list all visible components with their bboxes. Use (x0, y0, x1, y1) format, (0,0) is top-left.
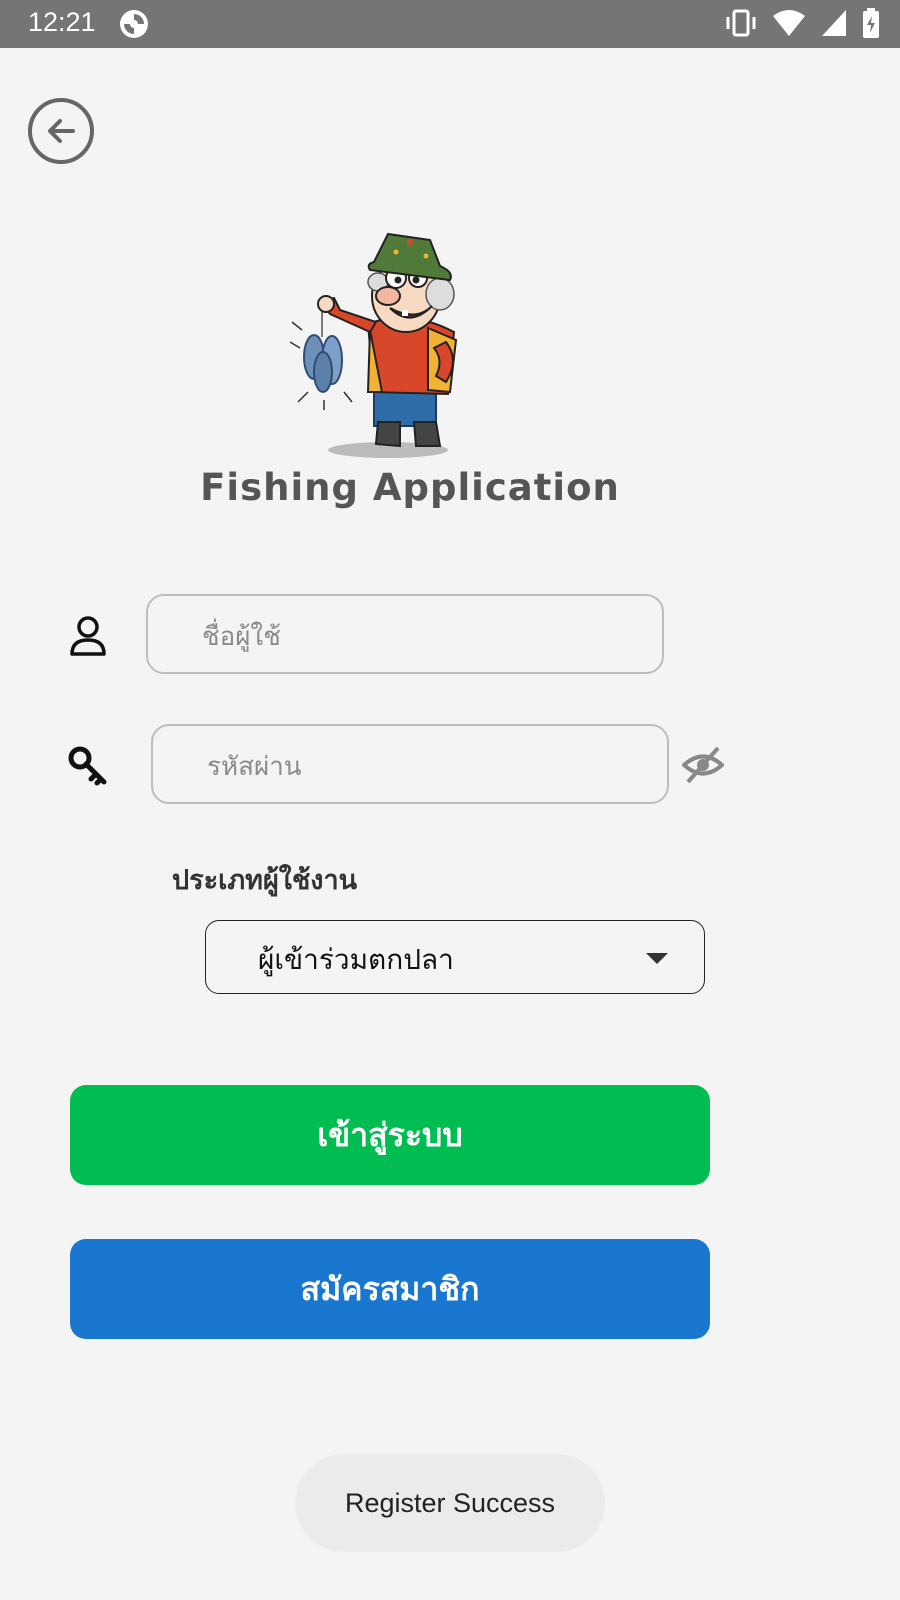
user-type-label: ประเภทผู้ใช้งาน (172, 865, 358, 896)
status-icons (724, 8, 880, 38)
battery-icon (863, 8, 879, 38)
key-icon (68, 746, 107, 786)
username-placeholder: ชื่อผู้ใช้ (202, 622, 281, 652)
arrow-left-icon (48, 119, 75, 143)
user-type-selected: ผู้เข้าร่วมตกปลา (258, 943, 454, 976)
password-input[interactable]: รหัสผ่าน (151, 724, 669, 804)
status-bar: 12:21 (0, 0, 900, 48)
back-button[interactable] (28, 98, 94, 164)
vibrate-icon (726, 9, 756, 37)
cell-signal-icon (822, 10, 846, 36)
fisherman-mascot (289, 232, 458, 458)
user-icon (70, 616, 106, 656)
wifi-icon (773, 10, 805, 36)
username-input[interactable]: ชื่อผู้ใช้ (146, 594, 664, 674)
status-time: 12:21 (28, 7, 96, 37)
app-notification-icon (120, 10, 148, 38)
user-type-dropdown[interactable]: ผู้เข้าร่วมตกปลา (205, 920, 705, 994)
eye-off-icon[interactable] (682, 744, 724, 786)
app-title: Fishing Application (200, 466, 620, 509)
toast-message: Register Success (295, 1454, 605, 1552)
password-placeholder: รหัสผ่าน (207, 752, 302, 782)
login-button[interactable]: เข้าสู่ระบบ (70, 1085, 710, 1185)
register-button[interactable]: สมัครสมาชิก (70, 1239, 710, 1339)
dropdown-arrow-icon (646, 953, 668, 964)
